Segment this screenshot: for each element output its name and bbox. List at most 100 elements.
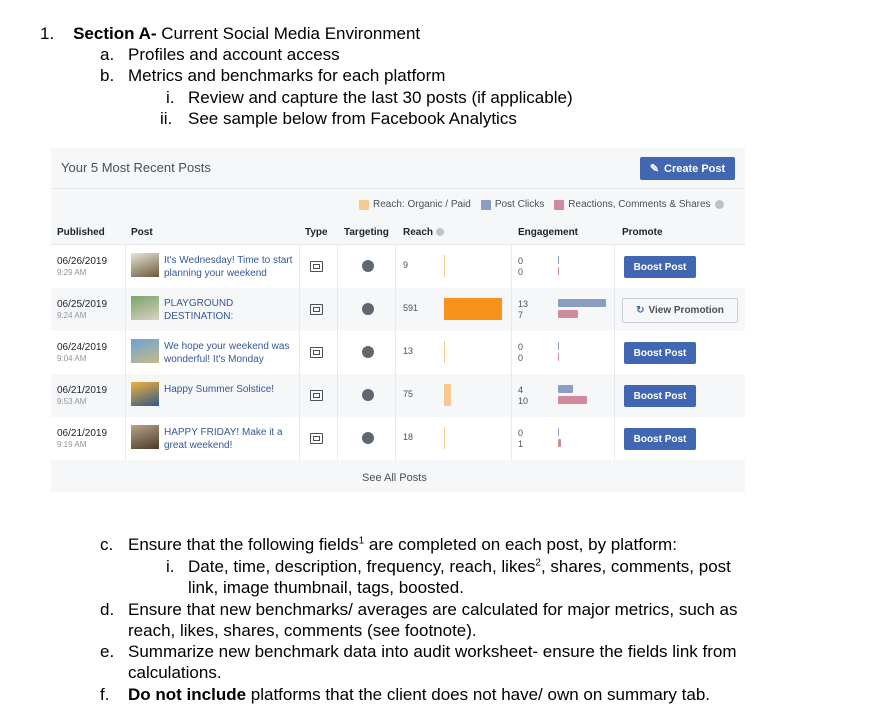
column-divider (337, 374, 338, 417)
table-row[interactable]: 06/21/2019 9:53 AM Happy Summer Solstice! 7… (51, 374, 745, 418)
view-promotion-button[interactable]: ↻ View Promotion (622, 298, 738, 323)
item-ci-text-cont: link, image thumbnail, tags, boosted. (188, 578, 464, 597)
column-divider (395, 288, 396, 331)
post-time: 9:19 AM (57, 440, 87, 449)
list-number: 1. (40, 24, 55, 43)
item-f-bold: Do not include (128, 685, 247, 704)
post-time: 9:29 AM (57, 268, 87, 277)
post-text-link[interactable]: HAPPY FRIDAY! Make it a great weekend! (164, 426, 294, 452)
post-thumbnail[interactable] (131, 339, 159, 363)
column-divider (395, 374, 396, 417)
item-e-text: Summarize new benchmark data into audit … (128, 642, 737, 661)
post-time: 9:53 AM (57, 397, 87, 406)
col-type[interactable]: Type (305, 227, 328, 238)
post-clicks-bar (558, 342, 559, 350)
col-post[interactable]: Post (131, 227, 153, 238)
reactions-value: 0 (518, 353, 524, 363)
table-row[interactable]: 06/26/2019 9:29 AM It's Wednesday! Time to… (51, 245, 745, 289)
item-label: a. (100, 45, 115, 64)
col-published[interactable]: Published (57, 227, 105, 238)
col-promote[interactable]: Promote (622, 227, 663, 238)
table-row[interactable]: 06/24/2019 9:04 AM We hope your weekend wa… (51, 331, 745, 375)
post-date: 06/21/2019 (57, 428, 108, 439)
item-a-text: Profiles and account access (128, 45, 340, 64)
post-text-link[interactable]: PLAYGROUND DESTINATION: (164, 297, 294, 323)
section-bold-label: Section A- (73, 24, 157, 43)
item-c-label: c. (100, 535, 114, 554)
post-clicks-bar (558, 299, 606, 307)
post-clicks-bar (558, 428, 559, 436)
boost-post-button[interactable]: Boost Post (624, 256, 696, 278)
reactions-value: 1 (518, 439, 524, 449)
legend-label: Reactions, Comments & Shares (568, 199, 711, 210)
column-divider (337, 245, 338, 288)
globe-icon (362, 346, 374, 358)
item-d-text: Ensure that new benchmarks/ averages are… (128, 600, 738, 619)
post-time: 9:04 AM (57, 354, 87, 363)
boost-post-button[interactable]: Boost Post (624, 428, 696, 450)
post-text-link[interactable]: We hope your weekend was wonderful! It's… (164, 340, 294, 366)
column-divider (614, 288, 615, 331)
boost-post-button[interactable]: Boost Post (624, 385, 696, 407)
column-divider (395, 331, 396, 374)
post-thumbnail[interactable] (131, 425, 159, 449)
info-icon[interactable] (714, 200, 724, 209)
post-date: 06/26/2019 (57, 256, 108, 267)
reach-bar (444, 298, 502, 320)
item-f-rest: platforms that the client does not have/… (246, 685, 711, 704)
create-post-button[interactable]: ✎ Create Post (640, 157, 735, 180)
column-divider (337, 417, 338, 460)
table-row[interactable]: 06/21/2019 9:19 AM HAPPY FRIDAY! Make it a… (51, 417, 745, 461)
panel-title: Your 5 Most Recent Posts (61, 160, 211, 175)
column-divider (511, 288, 512, 331)
post-clicks-value: 13 (518, 299, 529, 309)
reach-bar (444, 384, 451, 406)
reactions-bar (558, 310, 578, 318)
chart-legend: Reach: Organic / Paid Post Clicks Reacti… (359, 199, 724, 210)
col-reach[interactable]: Reach (403, 227, 444, 238)
post-thumbnail[interactable] (131, 253, 159, 277)
reach-bar (444, 427, 445, 449)
column-divider (299, 417, 300, 460)
item-c-text-part: Ensure that the following fields (128, 535, 359, 554)
post-thumbnail[interactable] (131, 382, 159, 406)
legend-item-reactions: Reactions, Comments & Shares (554, 199, 724, 210)
col-engagement[interactable]: Engagement (518, 227, 578, 238)
legend-item-reach: Reach: Organic / Paid (359, 199, 471, 210)
globe-icon (362, 432, 374, 444)
section-a-heading: 1. Section A- Current Social Media Envir… (40, 24, 420, 44)
reactions-bar (558, 396, 587, 404)
panel-header: Your 5 Most Recent Posts ✎ Create Post (51, 148, 745, 189)
photo-type-icon (310, 304, 323, 315)
column-divider (511, 417, 512, 460)
post-text-link[interactable]: It's Wednesday! Time to start planning y… (164, 254, 294, 280)
post-time: 9:24 AM (57, 311, 87, 320)
facebook-recent-posts-panel: Your 5 Most Recent Posts ✎ Create Post R… (51, 148, 745, 492)
column-divider (614, 374, 615, 417)
info-icon[interactable] (435, 228, 444, 237)
table-row[interactable]: 06/25/2019 9:24 AM PLAYGROUND DESTINATION:… (51, 288, 745, 332)
photo-type-icon (310, 390, 323, 401)
col-targeting[interactable]: Targeting (344, 227, 389, 238)
see-all-posts-link[interactable]: See All Posts (362, 472, 427, 484)
column-divider (337, 331, 338, 374)
item-d-label: d. (100, 600, 115, 619)
col-reach-label: Reach (403, 227, 434, 238)
reactions-value: 7 (518, 310, 524, 320)
column-divider (299, 288, 300, 331)
reactions-value: 0 (518, 267, 524, 277)
item-a: a. (100, 45, 114, 65)
item-f-text: Do not include platforms that the client… (128, 685, 710, 705)
item-bii-text: See sample below from Facebook Analytics (188, 109, 517, 128)
post-thumbnail[interactable] (131, 296, 159, 320)
item-e-text-cont: calculations. (128, 663, 222, 682)
item-c-text: Ensure that the following fields1 are co… (128, 535, 677, 555)
item-bii-label: ii. (160, 109, 173, 128)
column-divider (395, 417, 396, 460)
item-ci-text: Date, time, description, frequency, reac… (188, 557, 731, 577)
post-text-link[interactable]: Happy Summer Solstice! (164, 383, 294, 396)
reach-value: 13 (403, 346, 414, 356)
post-date: 06/21/2019 (57, 385, 108, 396)
item-e-label: e. (100, 642, 115, 661)
boost-post-button[interactable]: Boost Post (624, 342, 696, 364)
